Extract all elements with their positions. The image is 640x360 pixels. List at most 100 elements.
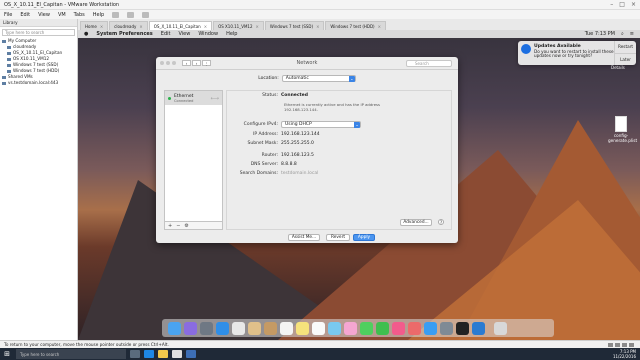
status-dot-icon	[168, 96, 171, 100]
photos-icon[interactable]	[344, 321, 357, 335]
service-ethernet[interactable]: Ethernet Connected ⟷	[165, 91, 222, 105]
power-icon[interactable]	[112, 11, 120, 18]
menu-help[interactable]: Help	[93, 12, 104, 18]
service-name: Ethernet	[174, 93, 194, 99]
advanced-button[interactable]: Advanced...	[400, 219, 432, 226]
add-service-icon[interactable]: +	[168, 223, 172, 229]
guest-screen[interactable]: ● System Preferences Edit View Window He…	[78, 30, 640, 340]
back-icon[interactable]: ‹	[182, 60, 191, 66]
menu-window[interactable]: Window	[198, 31, 218, 37]
menu-system-preferences[interactable]: System Preferences	[96, 31, 152, 37]
close-tab-icon[interactable]: ×	[378, 24, 381, 29]
ibooks-icon[interactable]	[408, 321, 421, 335]
vmware-icon[interactable]	[186, 350, 196, 358]
edge-icon[interactable]	[144, 350, 154, 358]
later-button[interactable]: Later	[615, 54, 636, 66]
vmware-menubar: File Edit View VM Tabs Help	[0, 10, 640, 19]
desktop-file[interactable]: config-generate.plist	[608, 116, 637, 143]
siri-icon[interactable]	[184, 321, 197, 335]
close-tab-icon[interactable]: ×	[256, 24, 259, 29]
server-icon	[2, 81, 6, 85]
close-tab-icon[interactable]: ×	[100, 24, 103, 29]
help-icon[interactable]: ?	[438, 219, 444, 225]
zoom-window-icon[interactable]	[172, 61, 176, 65]
device-icon[interactable]	[629, 342, 634, 347]
location-select[interactable]: Automatic ⌄	[281, 75, 356, 82]
configure-ipv4-select[interactable]: Using DHCP ⌄	[281, 121, 361, 128]
assist-me-button[interactable]: Assist Me...	[288, 234, 320, 241]
close-window-icon[interactable]	[160, 61, 164, 65]
chrome-icon[interactable]	[172, 350, 182, 358]
device-icon[interactable]	[615, 342, 620, 347]
spotlight-icon[interactable]: ⌕	[621, 31, 624, 37]
apply-button[interactable]: Apply	[353, 234, 375, 241]
tree-remote-server[interactable]: vs.testdomain.local:443	[0, 80, 77, 86]
menu-edit[interactable]: Edit	[20, 12, 30, 18]
taskbar-search-input[interactable]: Type here to search	[16, 349, 126, 359]
close-tab-icon[interactable]: ×	[316, 24, 319, 29]
mask-value: 255.255.255.0	[281, 141, 314, 146]
facetime-icon[interactable]	[376, 321, 389, 335]
launchpad-icon[interactable]	[200, 321, 213, 335]
apple-icon[interactable]: ●	[84, 31, 88, 37]
app-store-icon[interactable]	[424, 321, 437, 335]
menu-view[interactable]: View	[178, 31, 190, 37]
safari-icon[interactable]	[216, 321, 229, 335]
close-tab-icon[interactable]: ×	[139, 24, 142, 29]
teamviewer-icon[interactable]	[472, 321, 485, 335]
tab-el-capitan[interactable]: OS_X_10.11_El_Capitan ×	[148, 21, 213, 30]
menu-help[interactable]: Help	[226, 31, 237, 37]
notification-center-icon[interactable]: ≡	[630, 31, 634, 37]
tab-win7-ssd[interactable]: Windows 7 test (SSD) ×	[264, 21, 325, 30]
task-view-icon[interactable]	[130, 350, 140, 358]
revert-button[interactable]: Revert	[326, 234, 350, 241]
system-tray[interactable]: 7:13 PM 11/22/2016	[613, 349, 636, 359]
messages-icon[interactable]	[360, 321, 373, 335]
system-preferences-icon[interactable]	[440, 321, 453, 335]
show-all-icon[interactable]: ⋮	[202, 60, 211, 66]
vm-tab-strip: Home × cloudready × OS_X_10.11_El_Capitan ×…	[78, 19, 640, 30]
vm-status-bar: To return to your computer, move the mou…	[0, 340, 640, 348]
status-value: Connected	[281, 93, 308, 98]
gear-icon[interactable]: ⚙	[184, 223, 188, 229]
menu-vm[interactable]: VM	[58, 12, 66, 18]
minimize-icon[interactable]: –	[610, 1, 613, 8]
updates-notification[interactable]: Updates Available Do you want to restart…	[518, 41, 636, 65]
reminders-icon[interactable]	[312, 321, 325, 335]
fullscreen-icon[interactable]	[142, 11, 150, 18]
minimize-window-icon[interactable]	[166, 61, 170, 65]
tab-home[interactable]: Home ×	[80, 21, 109, 30]
windows-start-icon[interactable]: ⊞	[2, 349, 12, 359]
tab-win7-hdd[interactable]: Windows 7 test (HDD) ×	[325, 21, 386, 30]
maps-icon[interactable]	[328, 321, 341, 335]
terminal-icon[interactable]	[456, 321, 469, 335]
maximize-icon[interactable]: □	[619, 1, 625, 8]
clock[interactable]: Tue 7:13 PM	[585, 31, 615, 37]
trash-icon[interactable]	[494, 321, 507, 335]
menu-file[interactable]: File	[4, 12, 12, 18]
device-icon[interactable]	[622, 342, 627, 347]
menu-view[interactable]: View	[38, 12, 50, 18]
notification-details[interactable]: Details	[611, 65, 625, 70]
mail-icon[interactable]	[248, 321, 261, 335]
menu-edit[interactable]: Edit	[161, 31, 171, 37]
notes-icon[interactable]	[296, 321, 309, 335]
search-input[interactable]: Search	[406, 60, 452, 67]
finder-icon[interactable]	[168, 321, 181, 335]
calendar-icon[interactable]	[280, 321, 293, 335]
close-tab-icon[interactable]: ×	[204, 24, 207, 29]
chrome-icon[interactable]	[232, 321, 245, 335]
tab-cloudready[interactable]: cloudready ×	[109, 21, 148, 30]
restart-button[interactable]: Restart	[615, 41, 636, 54]
tab-osx-vm12[interactable]: OS X10.11_VM12 ×	[213, 21, 264, 30]
itunes-icon[interactable]	[392, 321, 405, 335]
menu-tabs[interactable]: Tabs	[74, 12, 85, 18]
snapshot-icon[interactable]	[127, 11, 135, 18]
device-icon[interactable]	[608, 342, 613, 347]
library-search-input[interactable]: Type here to search	[2, 29, 75, 36]
explorer-icon[interactable]	[158, 350, 168, 358]
contacts-icon[interactable]	[264, 321, 277, 335]
remove-service-icon[interactable]: −	[176, 223, 180, 229]
forward-icon[interactable]: ›	[192, 60, 201, 66]
close-icon[interactable]: ×	[631, 1, 636, 8]
